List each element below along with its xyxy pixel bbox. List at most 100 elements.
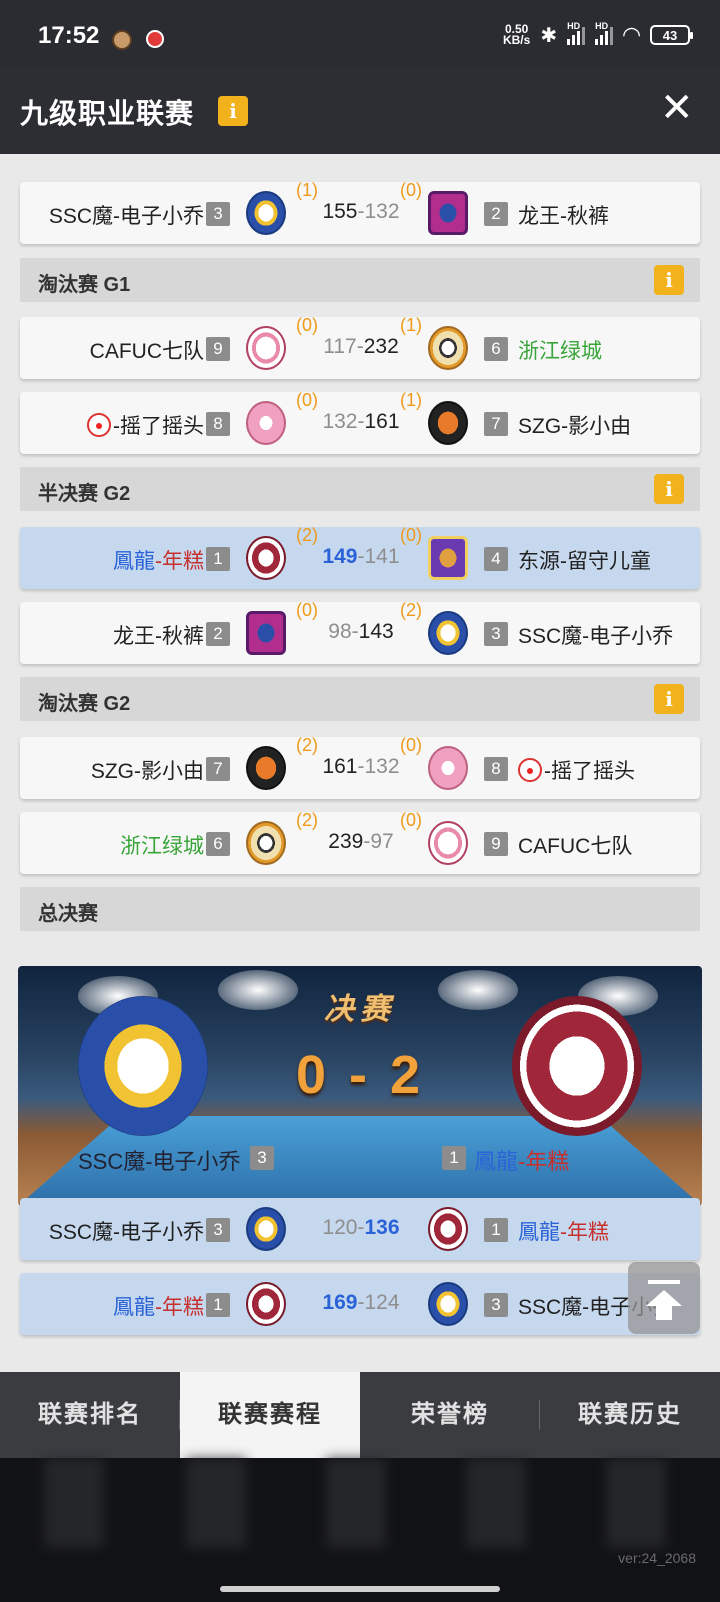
- team-logo-icon: [246, 1207, 286, 1251]
- seed-badge: 6: [484, 337, 508, 361]
- series-wins: (0): [400, 735, 422, 755]
- blurred-nav-icon: [326, 1458, 386, 1548]
- team-name: SZG-影小由: [90, 760, 204, 783]
- signal-icon-2: HD: [595, 21, 614, 45]
- match-score: 117-232: [323, 335, 399, 358]
- header: 九级职业联赛 i ✕: [0, 68, 720, 154]
- seed-badge: 3: [206, 1218, 230, 1242]
- home-indicator[interactable]: [220, 1586, 500, 1592]
- seed-badge: 3: [484, 1293, 508, 1317]
- blurred-nav-icon: [186, 1458, 246, 1548]
- section-header: 淘汰赛 G1 i: [20, 258, 700, 302]
- signal-icon: HD: [567, 21, 586, 45]
- team-logo-icon: [428, 1207, 468, 1251]
- tab-league-schedule[interactable]: 联赛赛程: [180, 1372, 360, 1458]
- seed-badge: 1: [206, 1293, 230, 1317]
- info-icon[interactable]: i: [654, 684, 684, 714]
- blurred-nav-icon: [606, 1458, 666, 1548]
- version-label: ver:24_2068: [618, 1550, 696, 1566]
- team-logo-icon: [512, 996, 642, 1136]
- match-row[interactable]: CAFUC七队 9 (0) 117-232 (1) 6 浙江绿城: [20, 315, 700, 379]
- team-name: CAFUC七队: [518, 835, 633, 858]
- team-name: SSC魔-电子小乔: [518, 625, 674, 648]
- team-name: 浙江绿城: [518, 340, 602, 363]
- final-banner[interactable]: 决赛 0 - 2 SSC魔-电子小乔 3 1 鳳龍-年糕: [18, 966, 702, 1206]
- schedule-list[interactable]: SSC魔-电子小乔 3 (1) 155-132 (0) 2 龙王-秋裤 淘汰赛 …: [0, 154, 720, 1372]
- team-name: CAFUC七队: [89, 340, 204, 363]
- section-header: 半决赛 G2 i: [20, 467, 700, 511]
- clown-icon: [87, 413, 111, 437]
- seed-badge: 3: [484, 622, 508, 646]
- team-logo-icon: [78, 996, 208, 1136]
- match-row[interactable]: SSC魔-电子小乔 3 (1) 155-132 (0) 2 龙王-秋裤: [20, 180, 700, 244]
- team-name: -摇了摇头: [518, 755, 635, 785]
- series-wins: (0): [400, 810, 422, 830]
- team-logo-icon: [428, 821, 468, 865]
- section-title: 淘汰赛 G1: [38, 274, 131, 296]
- tab-honors[interactable]: 荣誉榜: [360, 1372, 540, 1458]
- section-header: 总决赛: [20, 887, 700, 931]
- series-wins: (0): [296, 390, 318, 410]
- bottom-area: ver:24_2068: [0, 1458, 720, 1602]
- team-logo-icon: [246, 536, 286, 580]
- scroll-to-top-button[interactable]: [628, 1262, 700, 1334]
- seed-badge: 8: [206, 412, 230, 436]
- team-name: 鳳龍-年糕: [113, 550, 204, 573]
- bluetooth-icon: ✱: [540, 24, 558, 47]
- series-wins: (2): [296, 810, 318, 830]
- team-name: 鳳龍-年糕: [474, 1149, 570, 1174]
- battery-icon: 43: [650, 25, 693, 45]
- section-header: 淘汰赛 G2 i: [20, 677, 700, 721]
- team-logo-icon: [428, 536, 468, 580]
- wifi-icon: ◠: [623, 22, 640, 47]
- match-row[interactable]: 浙江绿城 6 (2) 239-97 (0) 9 CAFUC七队: [20, 810, 700, 874]
- match-row[interactable]: 鳳龍-年糕 1 (2) 149-141 (0) 4 东源-留守儿童: [20, 525, 700, 589]
- seed-badge: 9: [206, 337, 230, 361]
- seed-badge: 2: [206, 622, 230, 646]
- team-logo-icon: [246, 611, 286, 655]
- team-name: -摇了摇头: [87, 410, 204, 440]
- seed-badge: 8: [484, 757, 508, 781]
- team-logo-icon: [428, 401, 468, 445]
- app-notification-icon: [146, 30, 164, 48]
- series-wins: (1): [400, 390, 422, 410]
- series-wins: (0): [400, 180, 422, 200]
- series-wins: (1): [296, 180, 318, 200]
- team-name: 东源-留守儿童: [518, 550, 651, 573]
- blurred-nav-icon: [466, 1458, 526, 1548]
- series-wins: (1): [400, 315, 422, 335]
- match-row[interactable]: 鳳龍-年糕 1 169-124 3 SSC魔-电子小乔: [20, 1273, 700, 1335]
- match-row[interactable]: SSC魔-电子小乔 3 120-136 1 鳳龍-年糕: [20, 1198, 700, 1260]
- section-title: 总决赛: [38, 903, 98, 925]
- arrow-up-icon: [646, 1290, 682, 1306]
- seed-badge: 1: [442, 1146, 466, 1170]
- clown-icon: [518, 758, 542, 782]
- blurred-nav-icon: [44, 1458, 104, 1548]
- team-name: SSC魔-电子小乔: [48, 205, 204, 228]
- tab-league-ranking[interactable]: 联赛排名: [0, 1372, 180, 1458]
- match-row[interactable]: SZG-影小由 7 (2) 161-132 (0) 8 -摇了摇头: [20, 735, 700, 799]
- match-score: 149-141: [322, 545, 400, 568]
- match-score: 161-132: [322, 755, 400, 778]
- info-icon[interactable]: i: [654, 474, 684, 504]
- match-score: 132-161: [322, 410, 400, 433]
- info-icon[interactable]: i: [218, 96, 248, 126]
- team-name: SSC魔-电子小乔: [48, 1221, 204, 1244]
- close-icon[interactable]: ✕: [660, 88, 694, 128]
- team-logo-icon: [428, 191, 468, 235]
- seed-badge: 7: [484, 412, 508, 436]
- seed-badge: 3: [206, 202, 230, 226]
- team-logo-icon: [246, 821, 286, 865]
- status-right: 0.50 KB/s ✱ HD HD ◠ 43: [503, 21, 693, 48]
- team-logo-icon: [246, 401, 286, 445]
- match-score: 155-132: [322, 200, 400, 223]
- team-name: SZG-影小由: [518, 415, 632, 438]
- team-name: 龙王-秋裤: [518, 205, 609, 228]
- seed-badge: 6: [206, 832, 230, 856]
- info-icon[interactable]: i: [654, 265, 684, 295]
- match-row[interactable]: -摇了摇头 8 (0) 132-161 (1) 7 SZG-影小由: [20, 390, 700, 454]
- tab-league-history[interactable]: 联赛历史: [540, 1372, 720, 1458]
- team-logo-icon: [428, 1282, 468, 1326]
- match-row[interactable]: 龙王-秋裤 2 (0) 98-143 (2) 3 SSC魔-电子小乔: [20, 600, 700, 664]
- team-logo-icon: [428, 611, 468, 655]
